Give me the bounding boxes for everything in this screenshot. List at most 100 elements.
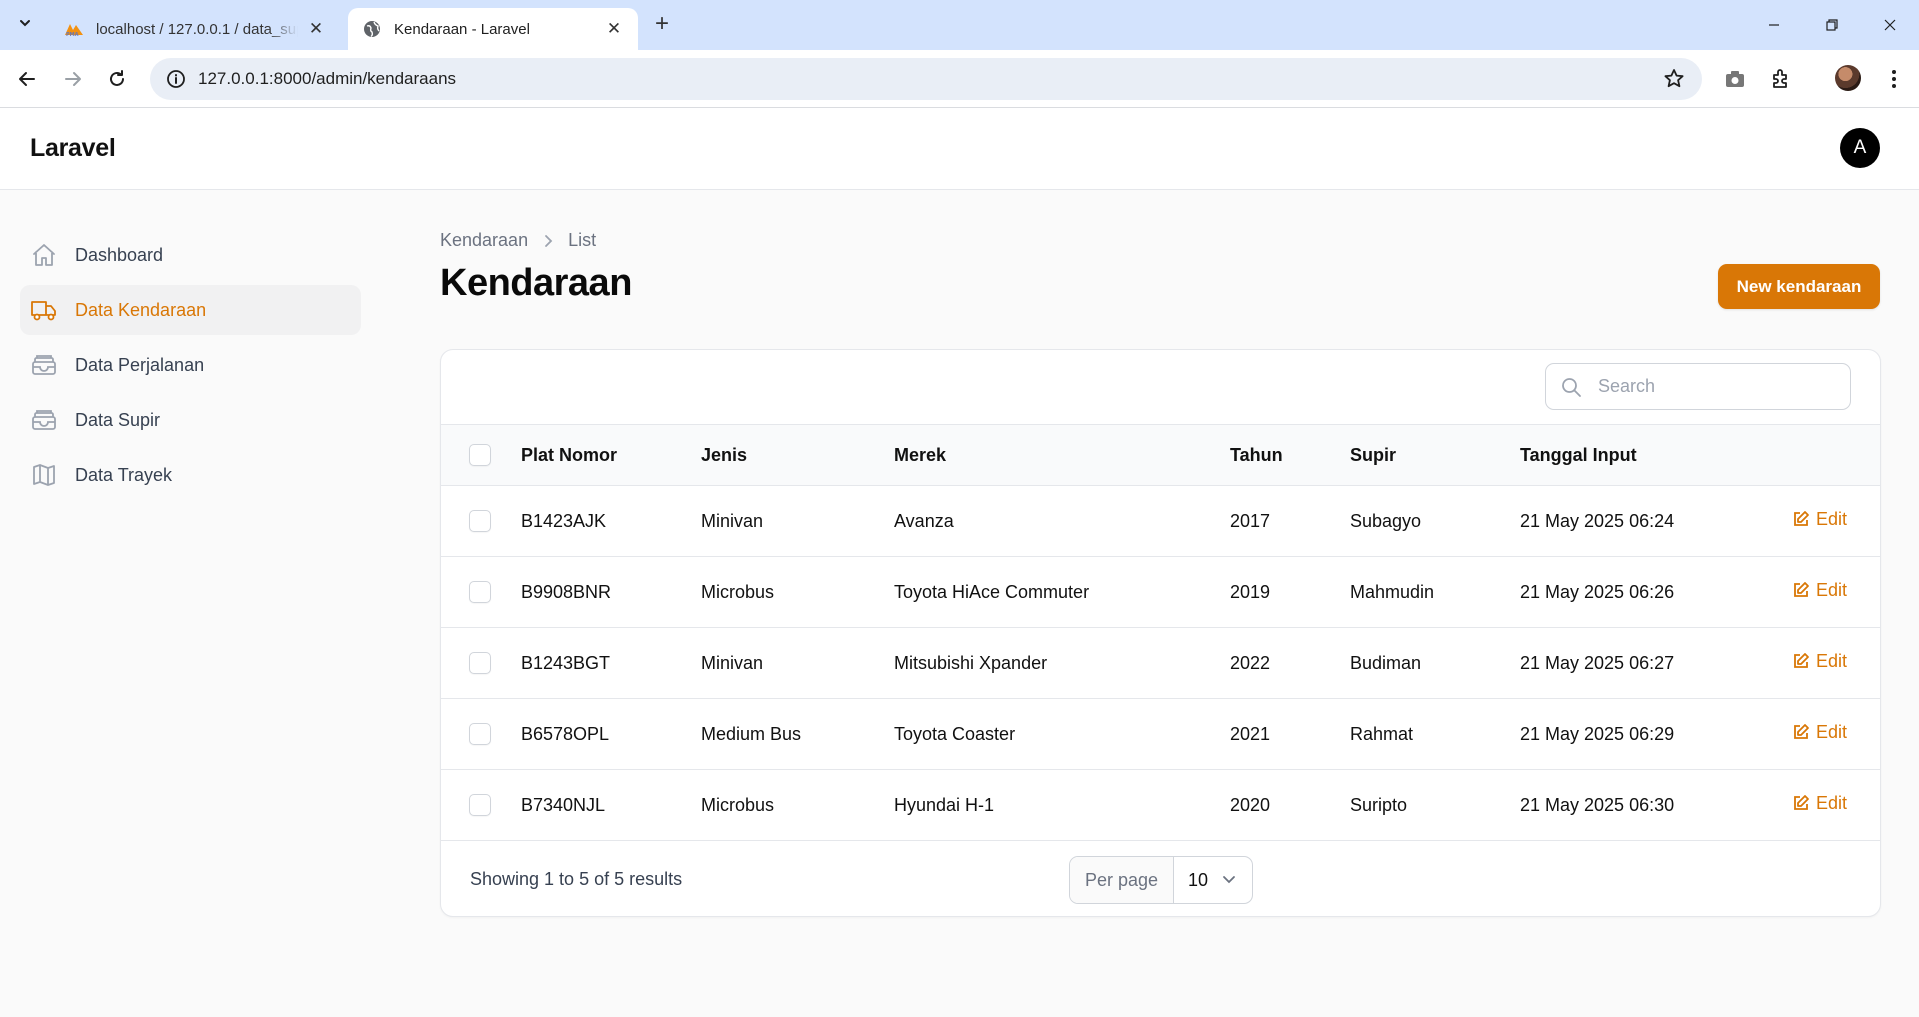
cell-tanggal-input: 21 May 2025 06:30 [1520, 794, 1675, 815]
column-header-supir[interactable]: Supir [1350, 424, 1520, 486]
edit-label: Edit [1816, 721, 1848, 742]
column-header-tahun[interactable]: Tahun [1230, 424, 1350, 486]
sidebar-item-label: Data Kendaraan [75, 299, 207, 320]
per-page-selector[interactable]: Per page 10 [1069, 856, 1253, 904]
app-header: Laravel A [0, 108, 1919, 190]
inbox-stack-icon [30, 351, 58, 379]
column-header-jenis[interactable]: Jenis [701, 424, 894, 486]
globe-icon [362, 19, 382, 39]
edit-icon [1792, 652, 1810, 670]
column-header-merek[interactable]: Merek [894, 424, 1230, 486]
cell-jenis: Minivan [701, 652, 764, 673]
cell-plat-nomor: B1243BGT [521, 652, 611, 673]
close-icon[interactable]: ✕ [306, 19, 326, 39]
close-icon[interactable]: ✕ [604, 19, 624, 39]
cell-tahun: 2019 [1230, 581, 1271, 602]
row-checkbox[interactable] [469, 652, 491, 674]
restore-button[interactable] [1803, 0, 1861, 50]
camera-icon[interactable] [1721, 65, 1749, 93]
sidebar: Dashboard Data Kendaraan Data Perjalanan… [20, 230, 361, 505]
edit-label: Edit [1816, 579, 1848, 600]
column-header-plat-nomor[interactable]: Plat Nomor [521, 424, 701, 486]
sidebar-item-label: Dashboard [75, 244, 164, 265]
breadcrumb-link-kendaraan[interactable]: Kendaraan [440, 230, 528, 251]
edit-label: Edit [1816, 650, 1848, 671]
close-icon [1884, 19, 1896, 31]
row-checkbox[interactable] [469, 510, 491, 532]
browser-tab-kendaraan[interactable]: Kendaraan - Laravel ✕ [348, 8, 638, 50]
cell-supir: Suripto [1350, 794, 1408, 815]
sidebar-item-data-supir[interactable]: Data Supir [20, 395, 361, 445]
close-window-button[interactable] [1861, 0, 1919, 50]
row-checkbox[interactable] [469, 794, 491, 816]
cell-plat-nomor: B1423AJK [521, 510, 607, 531]
edit-link[interactable]: Edit [1792, 580, 1847, 601]
cell-tanggal-input: 21 May 2025 06:24 [1520, 510, 1675, 531]
table-row[interactable]: B1243BGT Minivan Mitsubishi Xpander 2022… [441, 628, 1880, 699]
edit-label: Edit [1816, 508, 1848, 529]
sidebar-item-data-kendaraan[interactable]: Data Kendaraan [20, 285, 361, 335]
window-controls [1745, 0, 1919, 50]
search-input[interactable] [1598, 376, 1818, 397]
address-bar[interactable]: 127.0.0.1:8000/admin/kendaraans [150, 58, 1702, 100]
map-icon [30, 461, 58, 489]
cell-supir: Budiman [1350, 652, 1422, 673]
forward-button[interactable] [56, 62, 90, 96]
browser-tab-phpmyadmin[interactable]: PMA localhost / 127.0.0.1 / data_supir ✕ [50, 8, 340, 50]
cell-plat-nomor: B7340NJL [521, 794, 606, 815]
tab-search-button[interactable] [10, 10, 40, 40]
new-kendaraan-button[interactable]: New kendaraan [1718, 264, 1880, 309]
cell-supir: Subagyo [1350, 510, 1422, 531]
browser-toolbar: 127.0.0.1:8000/admin/kendaraans [0, 50, 1919, 108]
cell-supir: Mahmudin [1350, 581, 1435, 602]
row-checkbox[interactable] [469, 723, 491, 745]
search-field[interactable] [1545, 363, 1851, 410]
edit-icon [1792, 794, 1810, 812]
tab-title: Kendaraan - Laravel [394, 20, 530, 38]
chevron-down-icon [18, 16, 32, 35]
sidebar-item-data-perjalanan[interactable]: Data Perjalanan [20, 340, 361, 390]
edit-icon [1792, 723, 1810, 741]
table-row[interactable]: B9908BNR Microbus Toyota HiAce Commuter … [441, 557, 1880, 628]
table-row[interactable]: B7340NJL Microbus Hyundai H-1 2020 Surip… [441, 770, 1880, 841]
edit-icon [1792, 581, 1810, 599]
select-all-checkbox[interactable] [469, 444, 491, 466]
table-card: Plat Nomor Jenis Merek Tahun Supir Tangg… [440, 349, 1881, 917]
phpmyadmin-icon: PMA [64, 19, 84, 39]
reload-button[interactable] [100, 62, 134, 96]
more-menu-icon[interactable] [1880, 65, 1908, 93]
edit-link[interactable]: Edit [1792, 651, 1847, 672]
cell-tanggal-input: 21 May 2025 06:27 [1520, 652, 1675, 673]
sidebar-item-dashboard[interactable]: Dashboard [20, 230, 361, 280]
profile-avatar[interactable] [1835, 65, 1861, 91]
brand-logo[interactable]: Laravel [30, 134, 116, 163]
pagination-summary: Showing 1 to 5 of 5 results [470, 869, 683, 889]
edit-link[interactable]: Edit [1792, 509, 1847, 530]
extensions-icon[interactable] [1767, 65, 1795, 93]
kendaraan-table: Plat Nomor Jenis Merek Tahun Supir Tangg… [441, 424, 1880, 841]
browser-tab-bar: PMA localhost / 127.0.0.1 / data_supir ✕… [0, 0, 1919, 50]
minimize-button[interactable] [1745, 0, 1803, 50]
cell-tahun: 2021 [1230, 723, 1271, 744]
cell-jenis: Microbus [701, 794, 775, 815]
cell-merek: Mitsubishi Xpander [894, 652, 1048, 673]
table-row[interactable]: B1423AJK Minivan Avanza 2017 Subagyo 21 … [441, 486, 1880, 557]
site-info-icon[interactable] [154, 58, 198, 100]
edit-link[interactable]: Edit [1792, 793, 1847, 814]
per-page-select[interactable]: 10 [1174, 870, 1252, 891]
edit-link[interactable]: Edit [1792, 722, 1847, 743]
url-text: 127.0.0.1:8000/admin/kendaraans [198, 69, 457, 88]
user-avatar[interactable]: A [1840, 128, 1880, 168]
minimize-icon [1769, 24, 1779, 26]
reload-icon [110, 70, 124, 86]
restore-icon [1826, 19, 1838, 31]
table-row[interactable]: B6578OPL Medium Bus Toyota Coaster 2021 … [441, 699, 1880, 770]
row-checkbox[interactable] [469, 581, 491, 603]
cell-tanggal-input: 21 May 2025 06:26 [1520, 581, 1675, 602]
new-tab-button[interactable]: + [650, 10, 674, 37]
back-button[interactable] [10, 62, 44, 96]
bookmark-star-icon[interactable] [1662, 67, 1686, 91]
column-header-tanggal-input[interactable]: Tanggal Input [1520, 424, 1792, 486]
sidebar-item-data-trayek[interactable]: Data Trayek [20, 450, 361, 500]
cell-merek: Avanza [894, 510, 954, 531]
